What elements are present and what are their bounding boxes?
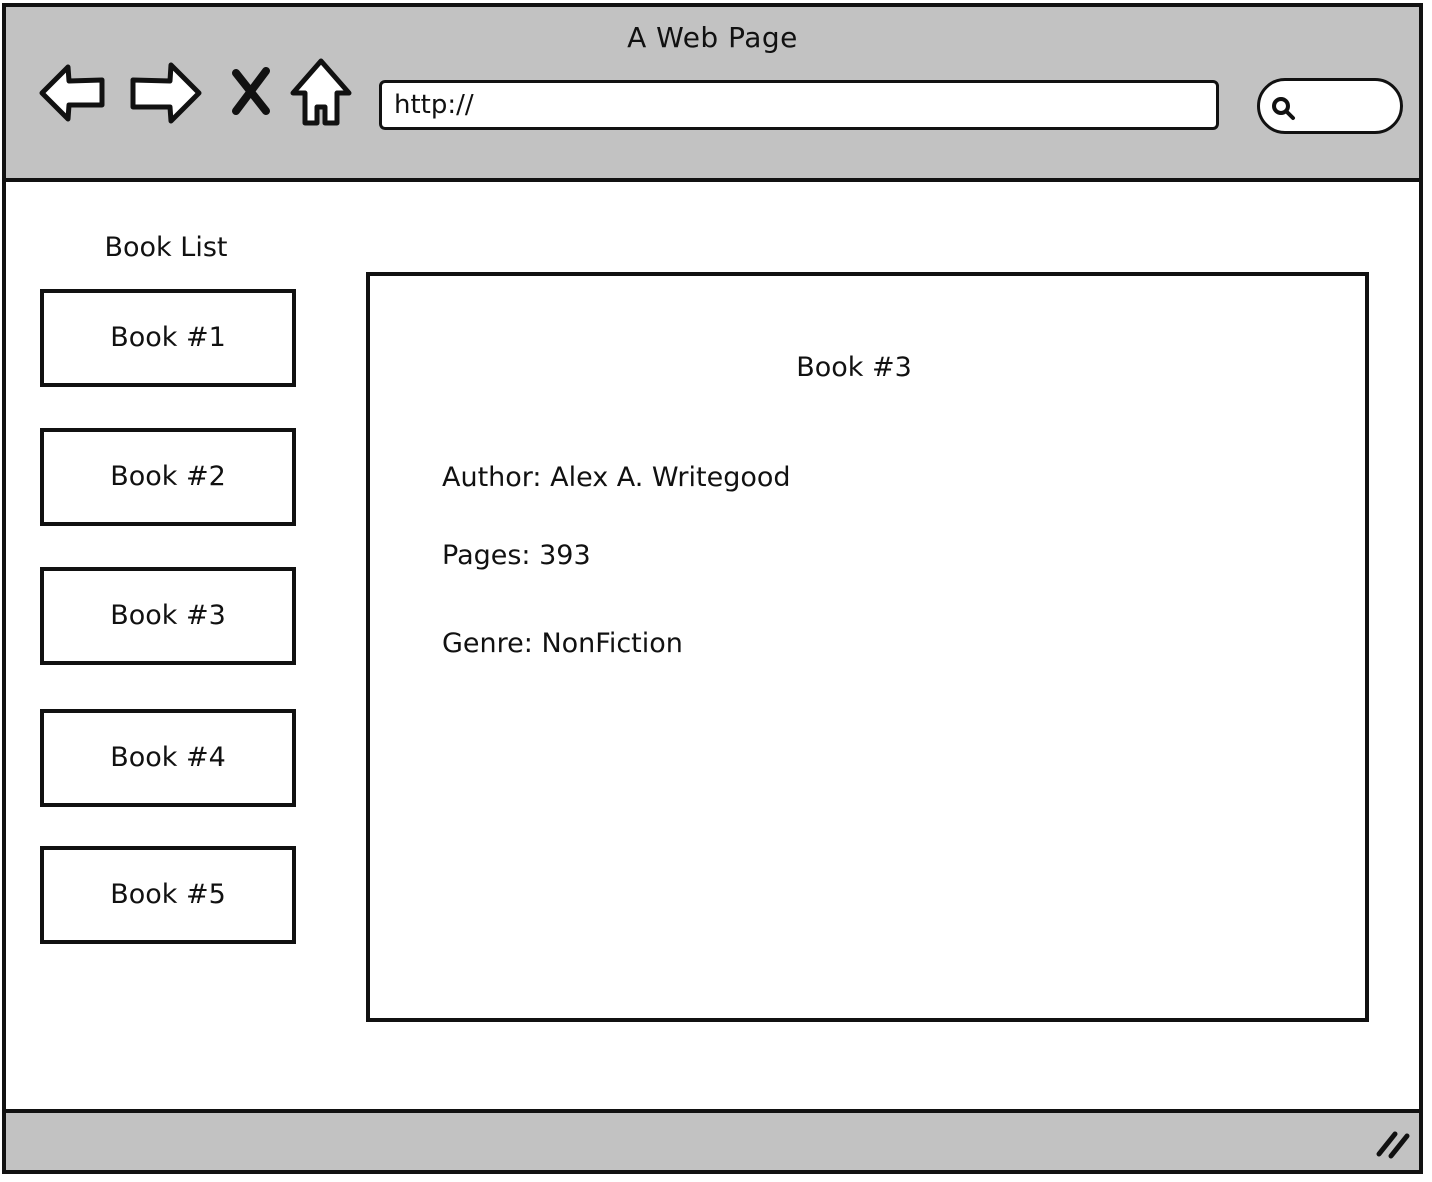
resize-grip-icon[interactable] (1373, 1126, 1413, 1164)
back-arrow-icon[interactable] (38, 57, 108, 127)
status-bar (6, 1109, 1419, 1170)
book-genre: Genre: NonFiction (442, 628, 683, 659)
book-pages: Pages: 393 (442, 540, 591, 571)
window-title: A Web Page (627, 21, 798, 54)
stop-icon[interactable] (228, 67, 274, 117)
book-list-item-1[interactable]: Book #1 (40, 289, 296, 387)
book-author: Author: Alex A. Writegood (442, 462, 791, 493)
url-input[interactable]: http:// (379, 80, 1219, 130)
book-list-item-3[interactable]: Book #3 (40, 567, 296, 665)
browser-titlebar: A Web Page http:// (6, 7, 1419, 182)
book-list-item-2[interactable]: Book #2 (40, 428, 296, 526)
sidebar-title: Book List (104, 232, 228, 263)
book-detail-panel: Book #3 Author: Alex A. Writegood Pages:… (366, 272, 1369, 1022)
book-list-item-5[interactable]: Book #5 (40, 846, 296, 944)
search-input[interactable] (1257, 78, 1403, 134)
browser-window: A Web Page http:// Book List Book #1 Boo… (2, 3, 1423, 1174)
home-icon[interactable] (289, 57, 353, 129)
search-icon (1270, 95, 1296, 125)
book-detail-title: Book #3 (796, 352, 912, 383)
book-list-item-4[interactable]: Book #4 (40, 709, 296, 807)
forward-arrow-icon[interactable] (127, 57, 203, 127)
